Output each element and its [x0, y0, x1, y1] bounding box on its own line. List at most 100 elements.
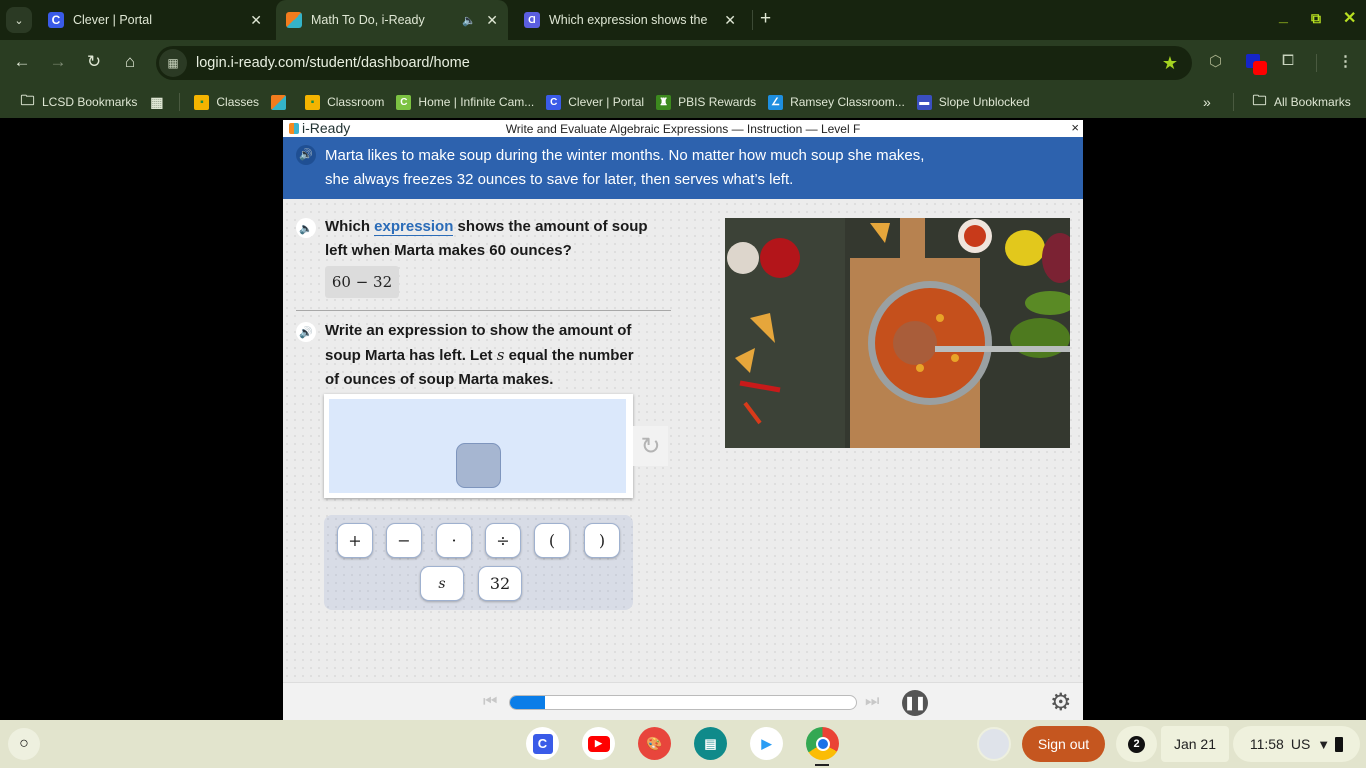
browser-toolbar: ← → ↻ ⌂ ▦ login.i-ready.com/student/dash…: [0, 40, 1366, 86]
extension-ck-icon[interactable]: ⬡: [1209, 52, 1222, 70]
speaker-icon[interactable]: 🔊: [296, 145, 316, 165]
token-palette: + − · ÷ ( ) s 32: [324, 515, 633, 610]
bookmark-star-icon[interactable]: ★: [1162, 53, 1178, 74]
token-divide[interactable]: ÷: [485, 523, 521, 558]
shelf-app-youtube[interactable]: ▶: [582, 727, 615, 760]
lesson-progress-bar[interactable]: [509, 695, 857, 710]
drop-zone[interactable]: [329, 399, 626, 493]
token-plus[interactable]: +: [337, 523, 373, 558]
close-tab-icon[interactable]: ✕: [250, 12, 262, 29]
minimize-button[interactable]: _: [1279, 8, 1288, 26]
tab-strip: ⌄ C Clever | Portal ✕ Math To Do, i-Read…: [0, 0, 1366, 40]
shelf-app-play-store[interactable]: ▶: [750, 727, 783, 760]
google-classroom-icon: ▪: [194, 94, 210, 110]
active-app-indicator: [815, 764, 829, 766]
reset-button[interactable]: ↻: [633, 426, 668, 466]
token-multiply[interactable]: ·: [436, 523, 472, 558]
soup-illustration: [725, 218, 1070, 448]
settings-gear-icon[interactable]: ⚙: [1050, 688, 1072, 717]
shelf-app-classroom-screen[interactable]: ▤: [694, 727, 727, 760]
user-avatar[interactable]: [977, 727, 1011, 761]
audio-playing-icon[interactable]: 🔈: [462, 14, 476, 27]
shelf-app-chrome[interactable]: [806, 727, 839, 760]
screen-icon: ▤: [704, 735, 717, 751]
restore-button[interactable]: ⧉: [1311, 10, 1321, 27]
bookmark-slope[interactable]: ▬ Slope Unblocked: [916, 94, 1030, 110]
bookmark-apps[interactable]: ▦: [149, 94, 171, 110]
token-close-paren[interactable]: ): [584, 523, 620, 558]
infinite-campus-icon: C: [396, 94, 412, 110]
ramsey-icon: ∠: [768, 94, 784, 110]
skip-forward-button[interactable]: ⏭: [865, 693, 879, 711]
chrome-icon: [815, 736, 830, 751]
close-window-button[interactable]: ✕: [1343, 8, 1356, 28]
speaker-icon[interactable]: 🔈: [296, 218, 316, 238]
question-2: Write an expression to show the amount o…: [325, 322, 634, 388]
skip-back-button[interactable]: ⏮: [483, 693, 497, 711]
bookmark-clever[interactable]: C Clever | Portal: [546, 94, 644, 110]
close-lesson-button[interactable]: ×: [1071, 120, 1079, 135]
lesson-title: Write and Evaluate Algebraic Expressions…: [505, 121, 861, 136]
tab-title: Math To Do, i-Ready: [311, 13, 425, 27]
menu-kebab-icon[interactable]: ⋮: [1338, 52, 1353, 70]
address-bar[interactable]: ▦ login.i-ready.com/student/dashboard/ho…: [156, 46, 1192, 80]
sign-out-button[interactable]: Sign out: [1022, 726, 1105, 762]
iready-logo: i-Ready: [289, 120, 350, 136]
clever-icon: C: [546, 94, 562, 110]
divider: [296, 310, 671, 311]
bookmark-lcsd[interactable]: 🗀 LCSD Bookmarks: [20, 92, 138, 110]
close-tab-icon[interactable]: ✕: [486, 12, 498, 29]
glossary-term-link[interactable]: expression: [374, 218, 454, 236]
bookmark-pbis[interactable]: ♜ PBIS Rewards: [656, 94, 756, 110]
bookmarks-overflow-button[interactable]: »: [1203, 94, 1211, 110]
back-button[interactable]: ←: [11, 52, 33, 72]
refresh-icon: ↻: [640, 432, 661, 460]
extension-p-icon[interactable]: [1246, 54, 1267, 75]
empty-token-slot[interactable]: [456, 443, 501, 488]
url-text[interactable]: login.i-ready.com/student/dashboard/home: [196, 55, 470, 71]
shelf-app-clever[interactable]: C: [526, 727, 559, 760]
clever-icon: C: [532, 733, 553, 754]
token-32[interactable]: 32: [478, 566, 522, 601]
notifications-button[interactable]: 2: [1116, 726, 1157, 762]
speaker-icon[interactable]: 🔊: [296, 322, 316, 342]
reload-button[interactable]: ↻: [83, 52, 105, 72]
bookmark-infinite-campus[interactable]: C Home | Infinite Cam...: [396, 94, 534, 110]
tab-clever[interactable]: C Clever | Portal ✕: [40, 0, 272, 40]
tab-quiz[interactable]: Ɑ Which expression shows the ar ✕: [514, 0, 746, 40]
palette-icon: 🎨: [646, 735, 663, 751]
date-button[interactable]: Jan 21: [1161, 726, 1229, 762]
all-bookmarks-button[interactable]: 🗀 All Bookmarks: [1252, 92, 1351, 110]
lesson-header: i-Ready Write and Evaluate Algebraic Exp…: [283, 120, 1083, 137]
battery-icon: [1335, 736, 1344, 752]
bookmark-iready[interactable]: [271, 94, 293, 110]
bookmark-classes[interactable]: ▪ Classes: [194, 94, 259, 110]
extensions-puzzle-icon[interactable]: ⧠: [1282, 52, 1294, 69]
bookmark-ramsey[interactable]: ∠ Ramsey Classroom...: [768, 94, 905, 110]
token-variable-s[interactable]: s: [420, 566, 464, 601]
token-open-paren[interactable]: (: [534, 523, 570, 558]
close-tab-icon[interactable]: ✕: [724, 12, 736, 29]
iready-icon: [286, 12, 302, 28]
previous-answer: 60 − 32: [325, 266, 399, 298]
home-button[interactable]: ⌂: [119, 52, 141, 72]
tab-divider: [752, 10, 753, 30]
lesson-player: i-Ready Write and Evaluate Algebraic Exp…: [283, 120, 1083, 720]
site-info-icon[interactable]: ▦: [159, 49, 187, 77]
banner-line-2: she always freezes 32 ounces to save for…: [325, 171, 794, 188]
google-classroom-icon: ▪: [305, 94, 321, 110]
shelf-app-canvas[interactable]: 🎨: [638, 727, 671, 760]
bookmarks-bar: 🗀 LCSD Bookmarks ▦ ▪ Classes ▪ Classroom…: [0, 86, 1366, 118]
launcher-button[interactable]: ○: [8, 728, 40, 760]
tab-search-button[interactable]: ⌄: [6, 7, 32, 33]
token-minus[interactable]: −: [386, 523, 422, 558]
pause-button[interactable]: ❚❚: [902, 690, 928, 716]
tab-iready[interactable]: Math To Do, i-Ready 🔈 ✕: [276, 0, 508, 40]
player-controls: ⏮ ⏭ ❚❚ ⚙: [283, 682, 1083, 720]
os-shelf: ○ C ▶ 🎨 ▤ ▶ Sign out 2 Jan 21 11:58 US ▼: [0, 720, 1366, 768]
system-tray[interactable]: 11:58 US ▼: [1233, 726, 1360, 762]
folder-icon: 🗀: [1252, 92, 1267, 108]
bookmark-classroom[interactable]: ▪ Classroom: [305, 94, 384, 110]
forward-button[interactable]: →: [47, 52, 69, 72]
new-tab-button[interactable]: +: [760, 8, 771, 30]
